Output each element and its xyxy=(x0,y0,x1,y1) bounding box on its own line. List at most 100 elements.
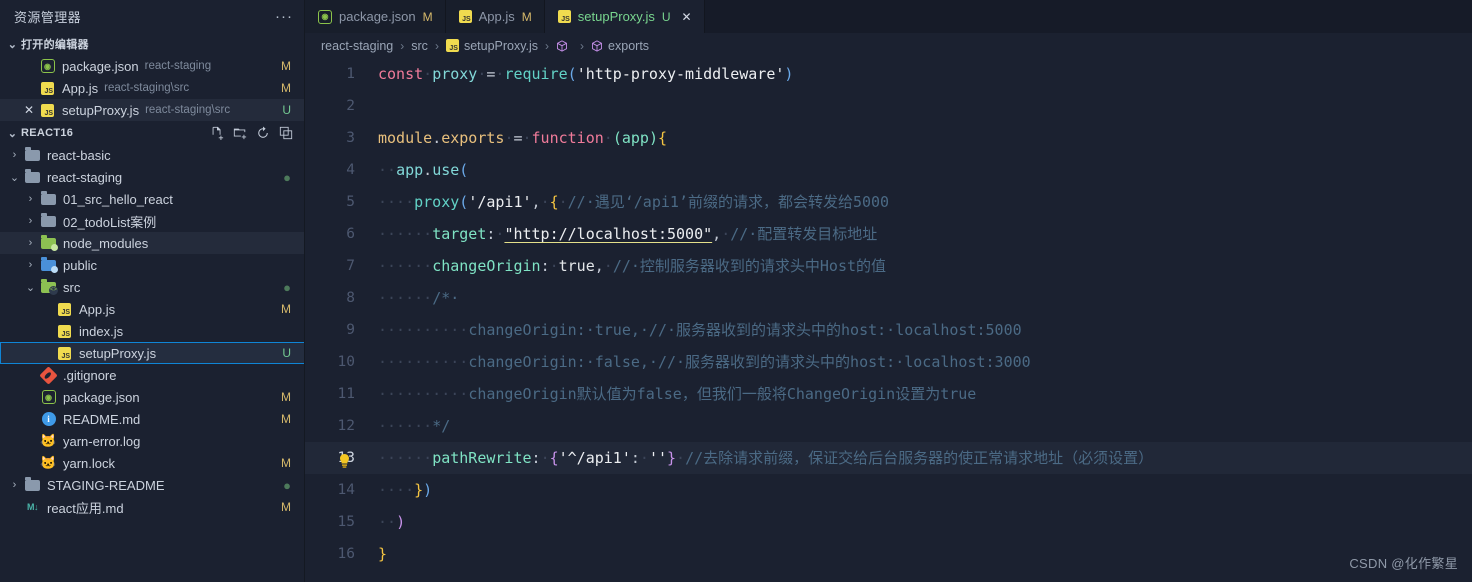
tree-folder-item[interactable]: › public xyxy=(0,254,305,276)
yarn-icon: 🐱 xyxy=(40,455,57,470)
status-badge: ● xyxy=(283,279,291,295)
status-badge: U xyxy=(282,346,291,360)
line-number: 16 xyxy=(337,546,355,562)
line-number: 15 xyxy=(337,514,355,530)
line-content: ··········changeOrigin:·false,·//·服务器收到的… xyxy=(378,353,1031,371)
code-line[interactable]: 9 ··········changeOrigin:·true,·//·服务器收到的… xyxy=(305,314,1472,346)
chevron-right-icon[interactable]: › xyxy=(22,193,39,205)
code-line[interactable]: 6 ······target:·"http://localhost:5000",·… xyxy=(305,218,1472,250)
open-editor-name: App.js xyxy=(62,80,99,96)
code-line[interactable]: 7 ······changeOrigin:·true,·//·控制服务器收到的请求… xyxy=(305,250,1472,282)
open-editor-name: setupProxy.js xyxy=(62,102,140,118)
breadcrumb-item[interactable]: src xyxy=(411,39,428,53)
yarn-icon: 🐱 xyxy=(40,433,57,448)
js-icon: JS xyxy=(458,10,472,23)
tree-folder-item[interactable]: › 02_todoList案例 xyxy=(0,210,305,232)
tree-file-item[interactable]: ›◉package.jsonM xyxy=(0,386,305,408)
code-line[interactable]: 13······pathRewrite:·{'^/api1':·''}·//去除… xyxy=(305,442,1472,474)
refresh-icon[interactable] xyxy=(256,126,270,140)
tab-status-badge: U xyxy=(661,9,671,24)
code-line[interactable]: 11 ··········changeOrigin默认值为false，但我们一般将… xyxy=(305,378,1472,410)
breadcrumb-item[interactable]: exports xyxy=(591,39,649,53)
new-file-icon[interactable] xyxy=(210,126,224,140)
open-editor-item[interactable]: ✕ JS setupProxy.js react-staging\src U xyxy=(0,99,305,121)
tree-file-item[interactable]: ›JSsetupProxy.jsU xyxy=(0,342,305,364)
explorer-more-actions-icon[interactable]: ··· xyxy=(275,8,293,25)
tree-file-item[interactable]: ›.gitignore xyxy=(0,364,305,386)
line-number: 14 xyxy=(337,482,355,498)
code-line[interactable]: 8 ······/*· xyxy=(305,282,1472,314)
js-icon: JS xyxy=(58,346,71,360)
chevron-right-icon[interactable]: › xyxy=(22,259,39,271)
editor-tab[interactable]: JS setupProxy.js U ✕ xyxy=(544,0,705,33)
tab-status-badge: M xyxy=(422,9,433,24)
breadcrumb-label: setupProxy.js xyxy=(463,38,539,53)
code-line[interactable]: 3 module.exports·=·function·(app){ xyxy=(305,122,1472,154)
breadcrumb-item[interactable]: JS setupProxy.js xyxy=(445,38,539,53)
open-editor-item[interactable]: ◉ package.json react-staging M xyxy=(0,55,305,77)
chevron-right-icon[interactable]: › xyxy=(6,149,23,161)
code-line[interactable]: 12 ······*/ xyxy=(305,410,1472,442)
chevron-right-icon[interactable]: › xyxy=(22,237,39,249)
collapse-all-icon[interactable] xyxy=(279,126,293,140)
tree-folder-item[interactable]: › 01_src_hello_react xyxy=(0,188,305,210)
breadcrumb-item[interactable]: react-staging xyxy=(321,39,393,53)
watermark: CSDN @化作繁星 xyxy=(1349,556,1458,571)
tree-folder-item[interactable]: › react-basic xyxy=(0,144,305,166)
tree-folder-item[interactable]: › node_modules xyxy=(0,232,305,254)
breadcrumb-separator-icon: › xyxy=(400,38,405,53)
line-number: 4 xyxy=(346,162,355,178)
tree-item-label: README.md xyxy=(63,411,141,427)
tree-file-item[interactable]: ›JSindex.js xyxy=(0,320,305,342)
chevron-down-icon: ⌄ xyxy=(7,127,18,140)
breadcrumb-item[interactable] xyxy=(556,39,573,52)
tree-file-item[interactable]: ›M↓react应用.mdM xyxy=(0,496,305,518)
tree-file-item[interactable]: ›JSApp.jsM xyxy=(0,298,305,320)
folder-icon xyxy=(41,190,56,205)
tree-file-item[interactable]: ›🐱yarn-error.log xyxy=(0,430,305,452)
line-content xyxy=(378,90,1472,122)
open-editor-item[interactable]: JS App.js react-staging\src M xyxy=(0,77,305,99)
code-line[interactable]: 1 const·proxy·=·require('http-proxy-middl… xyxy=(305,58,1472,90)
line-content: ······pathRewrite:·{'^/api1':·''}·//去除请求… xyxy=(378,449,1154,467)
tree-file-item[interactable]: ›iREADME.mdM xyxy=(0,408,305,430)
editor-tab[interactable]: JS App.js M xyxy=(445,0,545,33)
tree-folder-item[interactable]: ⌄ <> src ● xyxy=(0,276,305,298)
tree-folder-item[interactable]: ⌄ react-staging ● xyxy=(0,166,305,188)
line-number: 1 xyxy=(346,66,355,82)
line-content: ······target:·"http://localhost:5000",·/… xyxy=(378,225,878,243)
code-line[interactable]: 14 ····}) xyxy=(305,474,1472,506)
code-line[interactable]: 5 ····proxy('/api1',·{·//·遇见‘/api1’前缀的请求，… xyxy=(305,186,1472,218)
code-line[interactable]: 15 ··) xyxy=(305,506,1472,538)
code-line[interactable]: 10 ··········changeOrigin:·false,·//·服务器收… xyxy=(305,346,1472,378)
folder-node-icon xyxy=(41,234,58,251)
status-badge: ● xyxy=(283,169,291,185)
chevron-down-icon[interactable]: ⌄ xyxy=(6,171,23,184)
file-tree: › react-basic ⌄ react-staging ● › 01_src_hello… xyxy=(0,144,305,518)
line-content: ······changeOrigin:·true,·//·控制服务器收到的请求头… xyxy=(378,257,887,275)
tree-folder-item[interactable]: › STAGING-README ● xyxy=(0,474,305,496)
workspace-section-header[interactable]: ⌄ REACT16 xyxy=(0,122,305,144)
line-number: 6 xyxy=(346,226,355,242)
chevron-right-icon[interactable]: › xyxy=(22,215,39,227)
lightbulb-icon[interactable] xyxy=(338,448,351,468)
code-line[interactable]: 2 xyxy=(305,90,1472,122)
chevron-down-icon[interactable]: ⌄ xyxy=(22,281,39,294)
code-line[interactable]: 16} xyxy=(305,538,1472,570)
open-editors-section-header[interactable]: ⌄ 打开的编辑器 xyxy=(0,33,305,55)
close-icon[interactable]: ✕ xyxy=(682,10,692,24)
editor-tab[interactable]: ◉ package.json M xyxy=(305,0,446,33)
close-icon[interactable]: ✕ xyxy=(20,103,38,117)
open-editors-list: ◉ package.json react-staging M JS App.js react… xyxy=(0,55,305,121)
breadcrumb-separator-icon: › xyxy=(434,38,439,53)
code-line[interactable]: 4 ··app.use( xyxy=(305,154,1472,186)
chevron-right-icon[interactable]: › xyxy=(6,479,23,491)
open-editor-path: react-staging\src xyxy=(145,104,231,116)
new-folder-icon[interactable] xyxy=(233,126,247,140)
tree-file-item[interactable]: ›🐱yarn.lockM xyxy=(0,452,305,474)
code-editor[interactable]: 1 const·proxy·=·require('http-proxy-middl… xyxy=(305,58,1472,582)
status-badge: M xyxy=(281,390,291,404)
line-number: 7 xyxy=(346,258,355,274)
line-number: 11 xyxy=(337,386,355,402)
tab-label: App.js xyxy=(478,9,515,24)
